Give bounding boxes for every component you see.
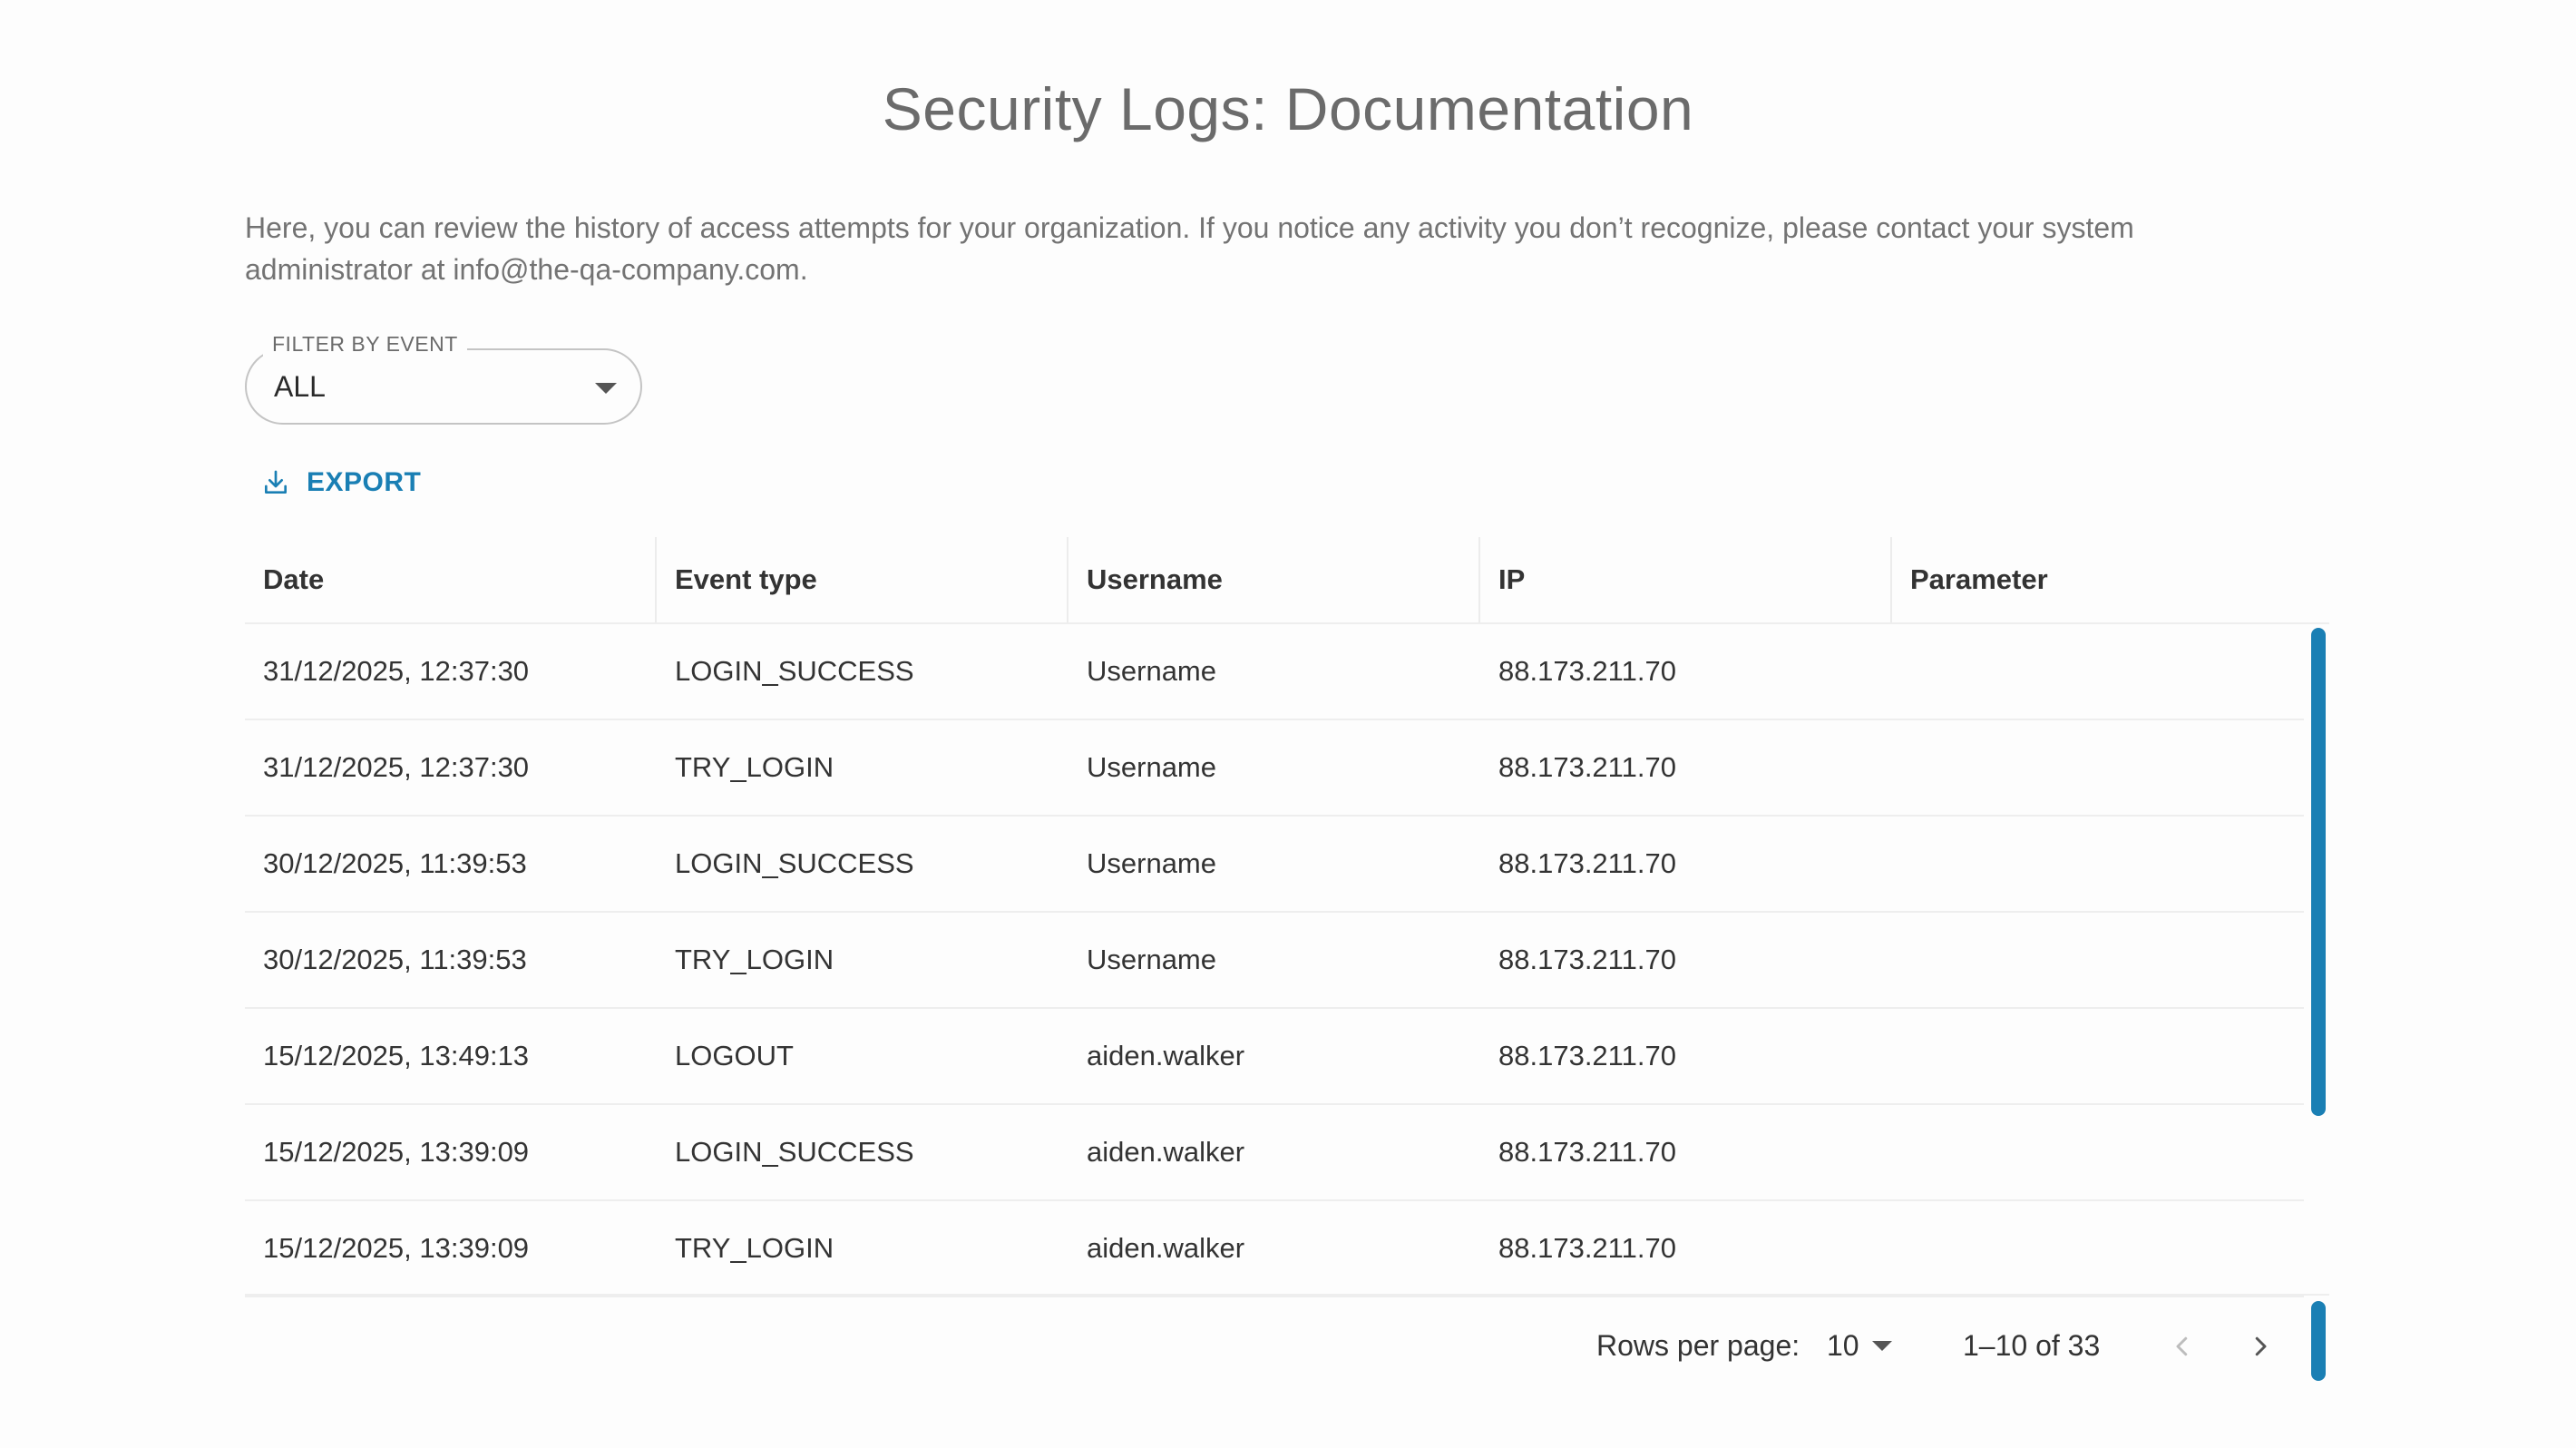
cell-parameter: [1892, 1105, 2304, 1199]
cell-date: 15/12/2025, 13:39:09: [263, 1232, 530, 1264]
column-header-ip[interactable]: IP: [1480, 537, 1892, 622]
cell-event-type: LOGIN_SUCCESS: [675, 655, 914, 687]
filter-label: FILTER BY EVENT: [263, 332, 467, 357]
table-bottom-divider: [245, 1294, 2329, 1296]
table-row[interactable]: 15/12/2025, 13:39:09 TRY_LOGIN aiden.wal…: [245, 1201, 2304, 1297]
cell-parameter: [1892, 1201, 2304, 1296]
rows-per-page-value: 10: [1827, 1328, 1859, 1362]
page-title: Security Logs: Documentation: [882, 75, 1694, 142]
column-header-date[interactable]: Date: [245, 537, 657, 622]
filter-value: ALL: [274, 370, 326, 403]
cell-username: Username: [1087, 944, 1216, 975]
cell-ip: 88.173.211.70: [1498, 1040, 1676, 1071]
table-row[interactable]: 15/12/2025, 13:39:09 LOGIN_SUCCESS aiden…: [245, 1105, 2304, 1201]
cell-event-type: TRY_LOGIN: [675, 751, 834, 783]
chevron-left-icon: [2176, 1336, 2188, 1356]
table-header: Date Event type Username IP Parameter: [245, 537, 2329, 624]
cell-username: aiden.walker: [1087, 1136, 1245, 1168]
cell-ip: 88.173.211.70: [1498, 1136, 1676, 1168]
cell-date: 30/12/2025, 11:39:53: [263, 944, 527, 975]
cell-date: 15/12/2025, 13:39:09: [263, 1136, 530, 1168]
cell-date: 31/12/2025, 12:37:30: [263, 655, 530, 687]
table-row[interactable]: 15/12/2025, 13:49:13 LOGOUT aiden.walker…: [245, 1009, 2304, 1105]
pagination-range: 1–10 of 33: [1963, 1328, 2101, 1362]
cell-username: Username: [1087, 751, 1216, 783]
cell-event-type: LOGIN_SUCCESS: [675, 1136, 914, 1168]
export-button[interactable]: EXPORT: [261, 463, 421, 503]
cell-ip: 88.173.211.70: [1498, 751, 1676, 783]
table-row[interactable]: 30/12/2025, 11:39:53 LOGIN_SUCCESS Usern…: [245, 817, 2304, 913]
next-page-button[interactable]: [2239, 1325, 2282, 1368]
column-header-event-type[interactable]: Event type: [657, 537, 1068, 622]
cell-ip: 88.173.211.70: [1498, 847, 1676, 879]
table-vertical-scrollbar[interactable]: [2311, 628, 2326, 1116]
rows-per-page-select[interactable]: 10: [1827, 1323, 1892, 1368]
cell-event-type: TRY_LOGIN: [675, 1232, 834, 1264]
event-filter-select[interactable]: FILTER BY EVENT ALL: [245, 332, 642, 425]
table-row[interactable]: 31/12/2025, 12:37:30 LOGIN_SUCCESS Usern…: [245, 624, 2304, 720]
cell-parameter: [1892, 624, 2304, 719]
cell-event-type: TRY_LOGIN: [675, 944, 834, 975]
column-header-username[interactable]: Username: [1068, 537, 1480, 622]
cell-ip: 88.173.211.70: [1498, 944, 1676, 975]
cell-date: 31/12/2025, 12:37:30: [263, 751, 530, 783]
cell-date: 15/12/2025, 13:49:13: [263, 1040, 530, 1071]
cell-date: 30/12/2025, 11:39:53: [263, 847, 527, 879]
page-description: Here, you can review the history of acce…: [245, 211, 2134, 286]
cell-parameter: [1892, 1009, 2304, 1103]
chevron-down-icon[interactable]: [595, 383, 617, 394]
column-header-parameter[interactable]: Parameter: [1892, 537, 2304, 622]
cell-parameter: [1892, 817, 2304, 911]
cell-username: aiden.walker: [1087, 1040, 1245, 1071]
cell-ip: 88.173.211.70: [1498, 655, 1676, 687]
cell-username: Username: [1087, 655, 1216, 687]
cell-username: aiden.walker: [1087, 1232, 1245, 1264]
cell-event-type: LOGOUT: [675, 1040, 794, 1071]
cell-parameter: [1892, 720, 2304, 815]
cell-username: Username: [1087, 847, 1216, 879]
previous-page-button[interactable]: [2161, 1325, 2204, 1368]
rows-per-page-label: Rows per page:: [1596, 1328, 1800, 1362]
chevron-down-icon: [1871, 1340, 1892, 1351]
cell-ip: 88.173.211.70: [1498, 1232, 1676, 1264]
download-icon: [265, 470, 287, 494]
table-body: 31/12/2025, 12:37:30 LOGIN_SUCCESS Usern…: [245, 624, 2329, 1310]
table-row[interactable]: 31/12/2025, 12:37:30 TRY_LOGIN Username …: [245, 720, 2304, 817]
export-label: EXPORT: [307, 467, 422, 497]
security-logs-table: Date Event type Username IP Parameter 31…: [245, 537, 2329, 1310]
page-vertical-scrollbar[interactable]: [2311, 1301, 2326, 1381]
cell-event-type: LOGIN_SUCCESS: [675, 847, 914, 879]
cell-parameter: [1892, 913, 2304, 1007]
table-row[interactable]: 30/12/2025, 11:39:53 TRY_LOGIN Username …: [245, 913, 2304, 1009]
chevron-right-icon: [2255, 1336, 2267, 1356]
